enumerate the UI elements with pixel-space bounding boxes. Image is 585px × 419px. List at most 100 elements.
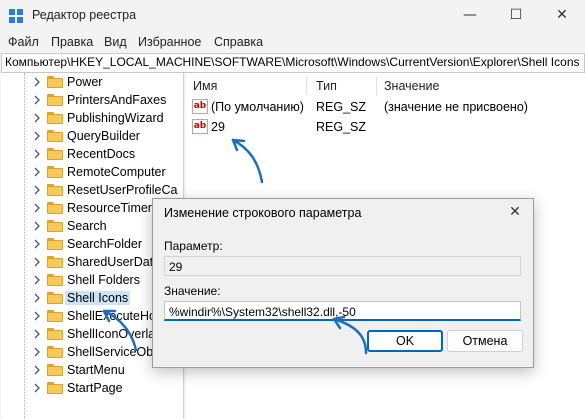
tree-item-label: PublishingWizard xyxy=(67,111,164,125)
chevron-right-icon[interactable] xyxy=(32,311,42,321)
tree-item[interactable]: RemoteComputer xyxy=(1,163,183,181)
dialog-title: Изменение строкового параметра xyxy=(164,206,362,220)
registry-editor-icon xyxy=(9,9,23,23)
value-row-29[interactable]: ab 29 REG_SZ xyxy=(186,117,585,137)
chevron-right-icon[interactable] xyxy=(32,347,42,357)
value-type: REG_SZ xyxy=(316,120,367,134)
chevron-right-icon[interactable] xyxy=(32,77,42,87)
folder-icon xyxy=(47,220,63,232)
folder-icon xyxy=(47,202,63,214)
chevron-right-icon[interactable] xyxy=(32,293,42,303)
chevron-right-icon[interactable] xyxy=(32,365,42,375)
tree-item-label: Search xyxy=(67,219,107,233)
chevron-right-icon[interactable] xyxy=(32,149,42,159)
tree-item[interactable]: PrintersAndFaxes xyxy=(1,91,183,109)
folder-icon xyxy=(47,364,63,376)
folder-icon xyxy=(47,130,63,142)
folder-icon xyxy=(47,148,63,160)
chevron-right-icon[interactable] xyxy=(32,95,42,105)
value-data: (значение не присвоено) xyxy=(384,100,528,114)
chevron-right-icon[interactable] xyxy=(32,383,42,393)
tree-item-label: ShellExecuteHoo xyxy=(67,309,163,323)
column-separator[interactable] xyxy=(306,77,307,95)
address-bar[interactable]: Компьютер\HKEY_LOCAL_MACHINE\SOFTWARE\Mi… xyxy=(1,53,585,73)
value-data-label: Значение: xyxy=(164,284,221,298)
value-data-input[interactable]: %windir%\System32\shell32.dll,-50 xyxy=(164,301,521,321)
chevron-right-icon[interactable] xyxy=(32,203,42,213)
address-path: Компьютер\HKEY_LOCAL_MACHINE\SOFTWARE\Mi… xyxy=(5,55,580,69)
tree-item[interactable]: QueryBuilder xyxy=(1,127,183,145)
dialog-close-button[interactable]: ✕ xyxy=(503,201,527,223)
chevron-right-icon[interactable] xyxy=(32,239,42,249)
chevron-right-icon[interactable] xyxy=(32,185,42,195)
ok-button[interactable]: OK xyxy=(367,330,443,352)
tree-item[interactable]: Power xyxy=(1,73,183,91)
tree-item-label: RemoteComputer xyxy=(67,165,166,179)
column-separator[interactable] xyxy=(376,77,377,95)
value-name-label: Параметр: xyxy=(164,239,223,253)
folder-icon xyxy=(47,310,63,322)
chevron-right-icon[interactable] xyxy=(32,329,42,339)
value-type: REG_SZ xyxy=(316,100,367,114)
chevron-right-icon[interactable] xyxy=(32,167,42,177)
menu-favorites[interactable]: Избранное xyxy=(138,35,201,49)
title-bar: Редактор реестра — ☐ ✕ xyxy=(0,0,585,30)
chevron-right-icon[interactable] xyxy=(32,113,42,123)
folder-icon xyxy=(47,256,63,268)
value-name: (По умолчанию) xyxy=(211,100,304,114)
tree-item-label: SharedUserData xyxy=(67,255,161,269)
menu-edit[interactable]: Правка xyxy=(51,35,93,49)
tree-item-label: Shell Folders xyxy=(67,273,140,287)
value-row-default[interactable]: ab (По умолчанию) REG_SZ (значение не пр… xyxy=(186,97,585,117)
string-value-icon: ab xyxy=(192,99,208,114)
tree-item[interactable]: StartPage xyxy=(1,379,183,397)
tree-item-label: ShellIconOverlay xyxy=(67,327,162,341)
column-data[interactable]: Значение xyxy=(384,79,439,93)
folder-icon xyxy=(47,76,63,88)
folder-icon xyxy=(47,184,63,196)
tree-item[interactable]: ResetUserProfileCa xyxy=(1,181,183,199)
folder-icon xyxy=(47,112,63,124)
string-value-icon: ab xyxy=(192,119,208,134)
tree-item-label: ResourceTimers xyxy=(67,201,159,215)
menu-help[interactable]: Справка xyxy=(214,35,263,49)
value-name-field: 29 xyxy=(164,256,521,276)
tree-item-label: ResetUserProfileCa xyxy=(67,183,178,197)
tree-item[interactable]: PublishingWizard xyxy=(1,109,183,127)
folder-icon xyxy=(47,274,63,286)
folder-icon xyxy=(47,382,63,394)
edit-string-dialog: Изменение строкового параметра ✕ Парамет… xyxy=(152,198,534,368)
close-button[interactable]: ✕ xyxy=(539,0,585,30)
tree-item-label: RecentDocs xyxy=(67,147,136,161)
dialog-body: Параметр: 29 Значение: %windir%\System32… xyxy=(153,227,533,367)
folder-icon xyxy=(47,166,63,178)
tree-item-label: ShellServiceObje xyxy=(67,345,163,359)
folder-icon xyxy=(47,94,63,106)
tree-item[interactable]: RecentDocs xyxy=(1,145,183,163)
chevron-right-icon[interactable] xyxy=(32,221,42,231)
folder-icon xyxy=(47,238,63,250)
folder-icon xyxy=(47,346,63,358)
chevron-right-icon[interactable] xyxy=(32,131,42,141)
tree-item-label: StartMenu xyxy=(67,363,125,377)
menu-file[interactable]: Файл xyxy=(8,35,39,49)
minimize-button[interactable]: — xyxy=(447,0,493,30)
window-title: Редактор реестра xyxy=(32,8,137,22)
tree-item-label: Shell Icons xyxy=(65,291,131,305)
column-type[interactable]: Тип xyxy=(316,79,337,93)
tree-item-label: Power xyxy=(67,75,103,89)
maximize-button[interactable]: ☐ xyxy=(493,0,539,30)
tree-item-label: StartPage xyxy=(67,381,123,395)
value-name: 29 xyxy=(211,120,225,134)
menu-bar: Файл Правка Вид Избранное Справка xyxy=(0,31,585,53)
tree-item-label: QueryBuilder xyxy=(67,129,140,143)
folder-icon xyxy=(47,328,63,340)
tree-item-label: SearchFolder xyxy=(67,237,143,251)
chevron-right-icon[interactable] xyxy=(32,275,42,285)
cancel-button[interactable]: Отмена xyxy=(447,330,523,352)
chevron-right-icon[interactable] xyxy=(32,257,42,267)
tree-item-label: PrintersAndFaxes xyxy=(67,93,167,107)
menu-view[interactable]: Вид xyxy=(104,35,127,49)
folder-icon xyxy=(47,292,63,304)
column-name[interactable]: Имя xyxy=(193,79,217,93)
